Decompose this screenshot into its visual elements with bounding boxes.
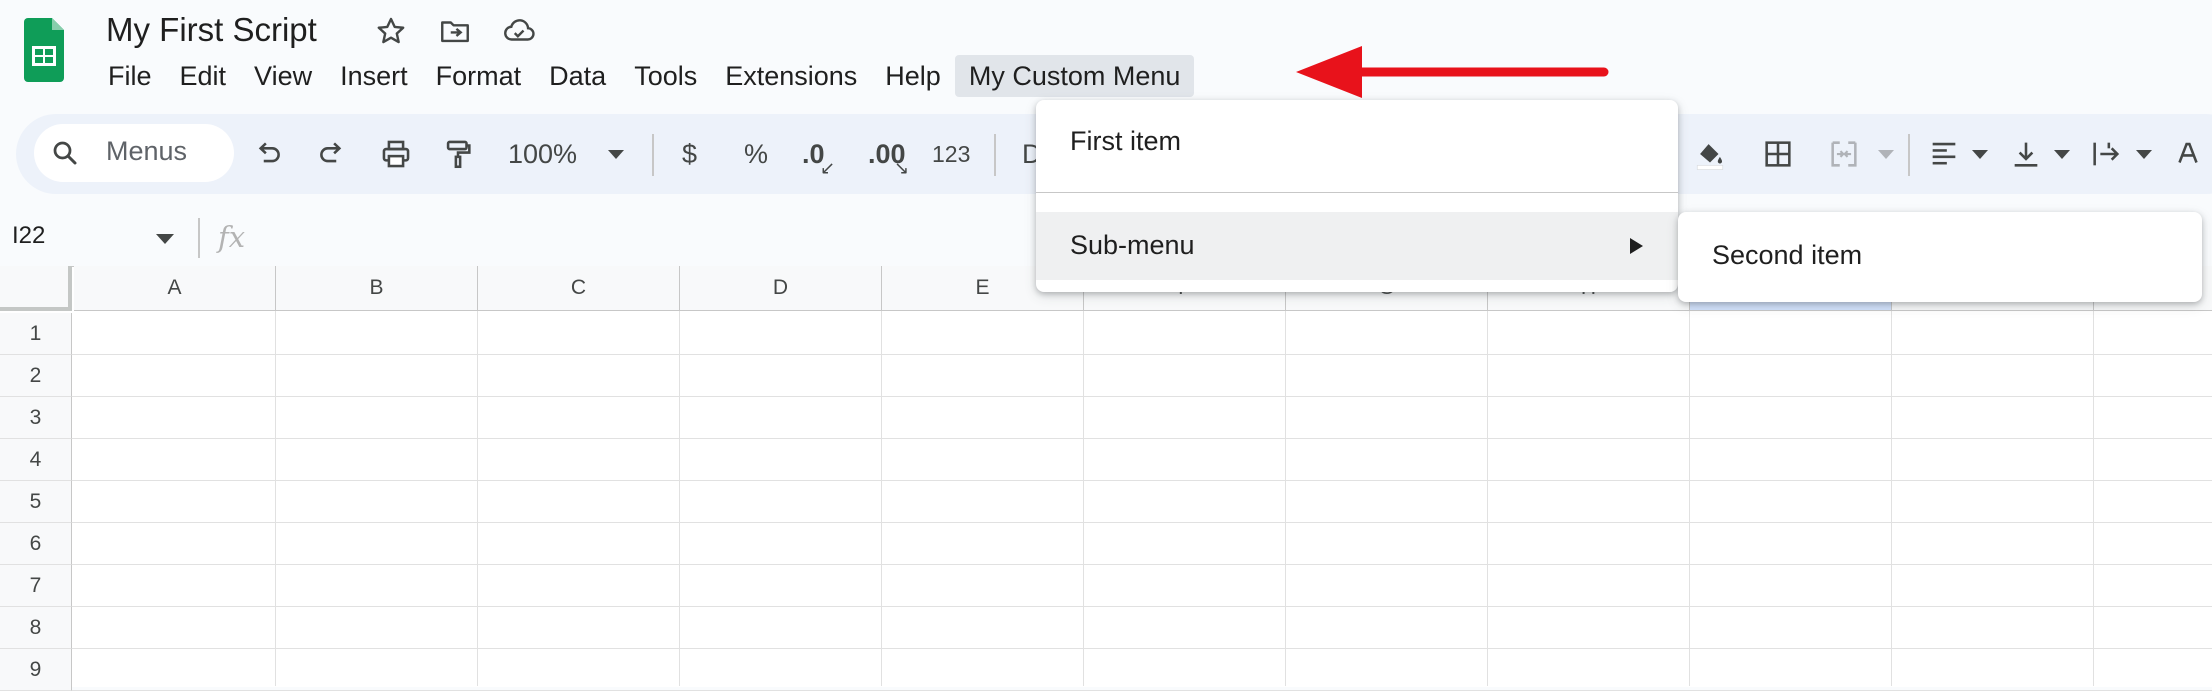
column-gridline [1891, 311, 1892, 686]
decrease-decimal-arrow-icon: ↙ [820, 158, 836, 178]
print-icon[interactable] [378, 136, 414, 172]
menu-my-custom-menu[interactable]: My Custom Menu [954, 55, 1195, 97]
menu-bar: File Edit View Insert Format Data Tools … [94, 54, 1195, 98]
borders-icon[interactable] [1760, 136, 1796, 172]
currency-format-button[interactable]: $ [682, 134, 697, 174]
menu-item-second-item[interactable]: Second item [1712, 240, 1862, 271]
menu-view[interactable]: View [240, 55, 326, 97]
menu-extensions[interactable]: Extensions [711, 55, 871, 97]
sheets-logo-icon[interactable] [24, 18, 64, 82]
menu-item-label: First item [1070, 126, 1181, 156]
fill-color-icon[interactable] [1692, 136, 1728, 172]
star-icon[interactable] [374, 14, 408, 48]
row-header-1[interactable]: 1 [0, 313, 72, 355]
sub-menu-dropdown: Second item [1678, 212, 2202, 302]
menu-data[interactable]: Data [535, 55, 620, 97]
redo-icon[interactable] [314, 136, 350, 172]
row-header-2[interactable]: 2 [0, 355, 72, 397]
column-header-b[interactable]: B [276, 266, 478, 311]
percent-format-button[interactable]: % [744, 134, 768, 174]
row-header-8[interactable]: 8 [0, 607, 72, 649]
move-to-folder-icon[interactable] [438, 14, 472, 48]
toolbar-separator [994, 134, 996, 176]
valign-bottom-icon[interactable] [2008, 136, 2044, 172]
row-header-6[interactable]: 6 [0, 523, 72, 565]
submenu-arrow-icon [1630, 238, 1643, 254]
row-header-9[interactable]: 9 [0, 649, 72, 691]
menu-item-sub-menu[interactable]: Sub-menu [1036, 212, 1678, 280]
column-gridline [679, 311, 680, 686]
toolbar-separator [652, 134, 654, 176]
menu-help[interactable]: Help [871, 55, 955, 97]
text-color-icon[interactable] [2170, 136, 2206, 172]
menu-insert[interactable]: Insert [326, 55, 422, 97]
column-gridline [1689, 311, 1690, 686]
formula-separator [198, 218, 200, 258]
column-gridline [477, 311, 478, 686]
row-header-4[interactable]: 4 [0, 439, 72, 481]
column-header-a[interactable]: A [74, 266, 276, 311]
wrap-caret-icon[interactable] [2136, 150, 2152, 159]
row-header-5[interactable]: 5 [0, 481, 72, 523]
column-header-d[interactable]: D [680, 266, 882, 311]
row-header-7[interactable]: 7 [0, 565, 72, 607]
text-wrap-icon[interactable] [2088, 136, 2124, 172]
column-gridline [275, 311, 276, 686]
zoom-caret-icon[interactable] [608, 150, 624, 159]
paint-format-icon[interactable] [440, 136, 476, 172]
undo-icon[interactable] [250, 136, 286, 172]
fx-icon: fx [218, 220, 246, 254]
menu-divider [1036, 192, 1678, 193]
menu-item-first-item[interactable]: First item [1036, 108, 1678, 176]
column-gridline [1083, 311, 1084, 686]
select-all-corner[interactable] [0, 266, 72, 311]
search-menus-input[interactable]: Menus [34, 124, 234, 182]
column-gridline [1487, 311, 1488, 686]
row-header-3[interactable]: 3 [0, 397, 72, 439]
menu-tools[interactable]: Tools [620, 55, 711, 97]
merge-cells-icon[interactable] [1826, 136, 1862, 172]
menu-edit[interactable]: Edit [166, 55, 241, 97]
align-caret-icon[interactable] [1972, 150, 1988, 159]
increase-decimal-arrow-icon: ↘ [894, 158, 910, 178]
document-title[interactable]: My First Script [106, 6, 317, 54]
column-gridline [2093, 311, 2094, 686]
name-box-caret-icon[interactable] [156, 234, 174, 244]
menu-format[interactable]: Format [422, 55, 536, 97]
zoom-select[interactable]: 100% [508, 134, 577, 174]
more-formats-button[interactable]: 123 [932, 134, 970, 174]
menu-file[interactable]: File [94, 55, 166, 97]
column-header-c[interactable]: C [478, 266, 680, 311]
annotation-arrow [1296, 44, 1612, 100]
name-box[interactable]: I22 [12, 222, 45, 250]
search-icon [50, 138, 80, 168]
custom-menu-dropdown: First item Sub-menu [1036, 100, 1678, 292]
sheet-grid[interactable] [0, 266, 2212, 687]
merge-caret-icon[interactable] [1878, 150, 1894, 159]
align-left-icon[interactable] [1926, 136, 1962, 172]
search-label: Menus [106, 136, 188, 166]
column-gridline [1285, 311, 1286, 686]
menu-item-label: Sub-menu [1070, 230, 1195, 260]
column-gridline [881, 311, 882, 686]
cloud-saved-icon[interactable] [502, 14, 536, 48]
toolbar-separator [1908, 134, 1910, 176]
valign-caret-icon[interactable] [2054, 150, 2070, 159]
